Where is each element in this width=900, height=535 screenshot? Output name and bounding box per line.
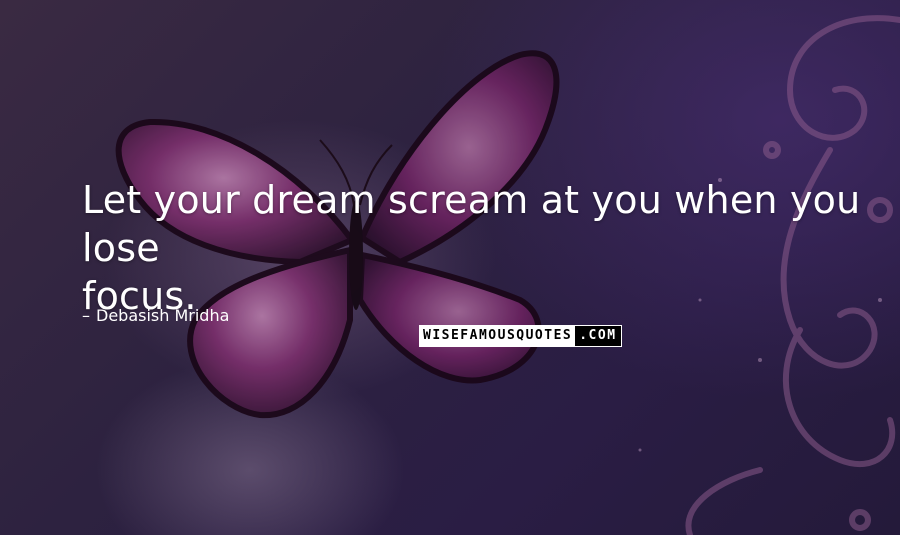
watermark-part-2: .COM — [575, 326, 621, 346]
quote-card: Let your dream scream at you when you lo… — [0, 0, 900, 535]
quote-text: Let your dream scream at you when you lo… — [82, 176, 862, 320]
author-name: Debasish Mridha — [96, 306, 230, 325]
watermark-logo: WISEFAMOUSQUOTES .COM — [419, 325, 622, 347]
quote-line-1: Let your dream scream at you when you lo… — [82, 178, 861, 270]
watermark-part-1: WISEFAMOUSQUOTES — [420, 326, 576, 346]
author-attribution: – Debasish Mridha — [82, 306, 229, 325]
author-dash: – — [82, 306, 90, 325]
